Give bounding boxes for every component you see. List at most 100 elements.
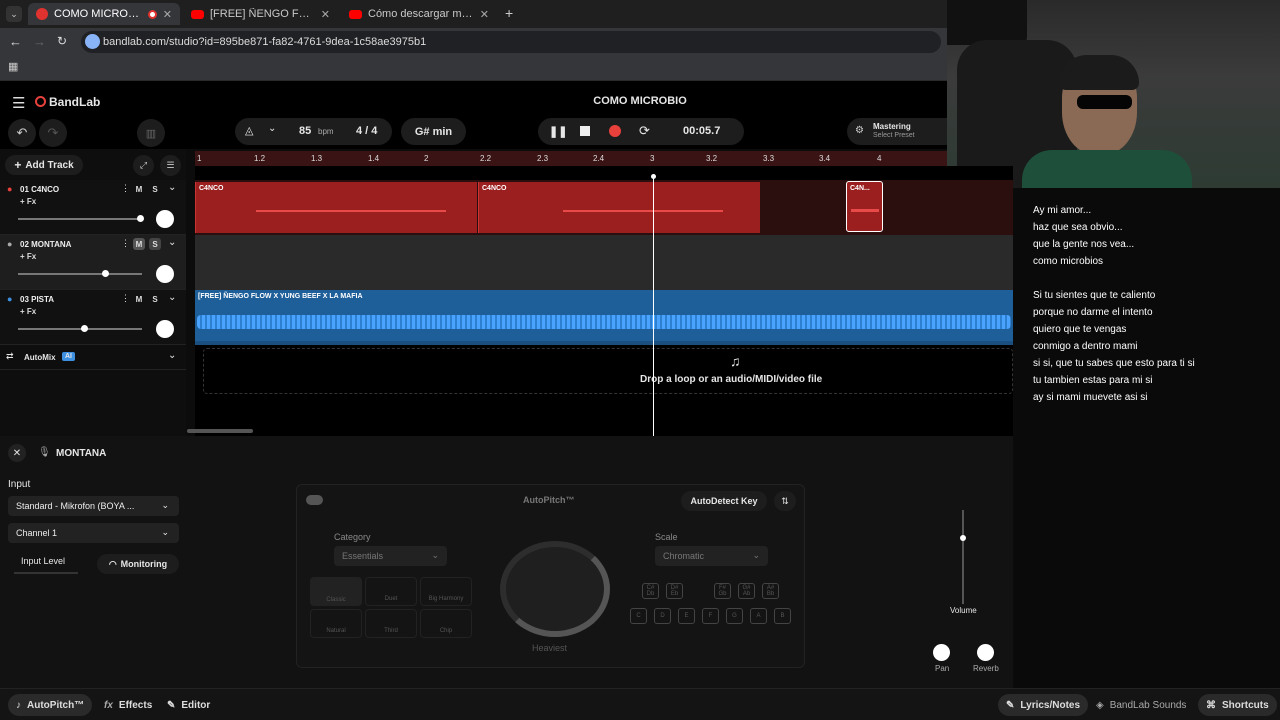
autopitch-settings-button[interactable]: ⇅ [774,491,796,511]
track-menu-icon[interactable]: ⋮ [121,238,130,249]
track-name[interactable]: 03 PISTA [20,295,54,304]
playhead[interactable] [653,176,654,436]
volume-fader[interactable] [962,510,964,604]
category-natural[interactable]: Natural [310,609,362,638]
drop-zone[interactable]: ♫ Drop a loop or an audio/MIDI/video fil… [203,348,1013,394]
key-g-sharp[interactable]: G# Ab [738,583,755,599]
chevron-down-icon[interactable]: ⌄ [168,350,176,361]
browser-tab-studio[interactable]: COMO MICROBIO - Studio ✕ [28,3,180,25]
add-fx-button[interactable]: + Fx [20,197,36,206]
lyrics-notes-button[interactable]: ✎ Lyrics/Notes [998,694,1089,716]
pause-button[interactable]: ❚❚ [549,125,567,138]
project-title[interactable]: COMO MICROBIO [540,95,740,107]
volume-fader-handle[interactable] [960,535,966,541]
tempo-pill[interactable]: ◬ ⌄ 85 bpm 4 / 4 [235,118,392,145]
pan-knob[interactable] [933,644,950,661]
key-e[interactable]: E [678,608,695,624]
solo-button[interactable]: S [149,183,161,195]
tab-list-button[interactable]: ⌄ [6,6,22,22]
audio-clip-selected[interactable]: C4N... [846,181,883,232]
volume-handle[interactable] [136,215,144,222]
key-c-sharp[interactable]: C# Db [642,583,659,599]
mastering-button[interactable]: ⚙ Mastering Select Preset [847,118,947,145]
track-header-1[interactable]: ● 01 C4NCO + Fx ⋮ M S ⌄ [0,180,186,235]
scale-select[interactable]: Chromatic ⌄ [655,546,768,566]
url-input[interactable]: bandlab.com/studio?id=895be871-fa82-4761… [81,31,941,53]
add-fx-button[interactable]: + Fx [20,252,36,261]
track-menu-icon[interactable]: ⋮ [121,183,130,194]
metronome-icon[interactable]: ◬ [245,124,253,137]
reload-icon[interactable]: ↻ [57,34,67,48]
back-icon[interactable]: ← [9,34,22,49]
chevron-down-icon[interactable]: ⌄ [168,182,176,193]
timeline-ruler[interactable]: 1 1.2 1.3 1.4 2 2.2 2.3 2.4 3 3.2 3.3 3.… [195,151,947,166]
pan-knob[interactable] [156,265,174,283]
track-name[interactable]: 01 C4NCO [20,185,59,194]
track-lane-2[interactable] [195,235,1013,290]
audio-clip[interactable]: C4NCO [195,182,477,233]
key-f[interactable]: F [702,608,719,624]
lyrics-panel[interactable]: Ay mi amor... haz que sea obvio... que l… [1013,188,1280,688]
pan-knob[interactable] [156,320,174,338]
close-editor-button[interactable]: ✕ [8,444,26,462]
add-fx-button[interactable]: + Fx [20,307,36,316]
close-tab-icon[interactable]: ✕ [321,8,330,21]
playhead-handle[interactable] [651,174,656,179]
chevron-down-icon[interactable]: ⌄ [168,237,176,248]
category-third[interactable]: Third [365,609,417,638]
track-name[interactable]: 02 MONTANA [20,240,71,249]
hamburger-menu-icon[interactable]: ☰ [12,94,25,112]
volume-slider[interactable] [18,270,142,277]
category-duet[interactable]: Duet [365,577,417,606]
undo-button[interactable]: ↶ [8,119,36,147]
chevron-down-icon[interactable]: ⌄ [168,292,176,303]
autopitch-tab[interactable]: ♪ AutoPitch™ [8,694,93,716]
volume-slider[interactable] [18,215,144,222]
track-lane-3[interactable]: [FREE] ÑENGO FLOW X YUNG BEEF X LA MAFIA [195,290,1013,345]
time-signature[interactable]: 4 / 4 [356,125,377,137]
close-tab-icon[interactable]: ✕ [480,8,489,21]
new-tab-button[interactable]: + [505,5,513,21]
loop-button[interactable]: ⟳ [639,123,650,139]
solo-button[interactable]: S [149,293,161,305]
key-f-sharp[interactable]: F# Gb [714,583,731,599]
key-g[interactable]: G [726,608,743,624]
category-chip[interactable]: Chip [420,609,472,638]
key-b[interactable]: B [774,608,791,624]
input-device-select[interactable]: Standard - Mikrofon (BOYA ... ⌄ [8,496,179,516]
channel-select[interactable]: Channel 1 ⌄ [8,523,179,543]
close-tab-icon[interactable]: ✕ [163,8,172,21]
automix-row[interactable]: ⇄ AutoMix AI ⌄ [0,346,186,370]
key-a-sharp[interactable]: A# Bb [762,583,779,599]
pan-knob[interactable] [156,210,174,228]
audio-clip-pista[interactable]: [FREE] ÑENGO FLOW X YUNG BEEF X LA MAFIA [195,290,1013,341]
autopitch-dial[interactable] [500,541,610,637]
volume-handle[interactable] [80,325,88,332]
solo-button[interactable]: S [149,238,161,250]
effects-tab[interactable]: fx Effects [96,694,160,716]
track-header-3[interactable]: ● 03 PISTA + Fx ⋮ M S ⌄ [0,290,186,345]
track-settings-button[interactable]: ☰ [160,155,181,176]
metronome-dropdown-icon[interactable]: ⌄ [268,123,276,134]
piano-button[interactable]: ▥ [137,119,165,147]
track-lane-1[interactable]: C4NCO C4NCO C4N... [195,180,1013,235]
volume-slider[interactable] [18,325,142,332]
forward-icon[interactable]: → [33,34,46,49]
category-classic[interactable]: Classic [310,577,362,606]
audio-clip[interactable]: C4NCO [478,182,760,233]
site-info-icon[interactable] [85,34,100,49]
monitoring-button[interactable]: ◠ Monitoring [97,554,179,574]
volume-handle[interactable] [101,270,109,277]
browser-tab-youtube-2[interactable]: Cómo descargar mensajes de v ✕ [341,3,497,25]
category-select[interactable]: Essentials ⌄ [334,546,447,566]
reverb-knob[interactable] [977,644,994,661]
timeline-lanes[interactable]: C4NCO C4NCO C4N... [FREE] ÑENGO FLOW X Y… [187,166,1013,436]
category-big-harmony[interactable]: Big Harmony [420,577,472,606]
editor-tab[interactable]: ✎ Editor [159,694,218,716]
automation-button[interactable]: ⤢ [133,155,154,176]
mute-button[interactable]: M [133,238,145,250]
horizontal-scrollbar[interactable] [187,429,253,433]
mute-button[interactable]: M [133,183,145,195]
apps-grid-icon[interactable]: ▦ [8,60,18,73]
brand-name[interactable]: BandLab [49,95,100,109]
